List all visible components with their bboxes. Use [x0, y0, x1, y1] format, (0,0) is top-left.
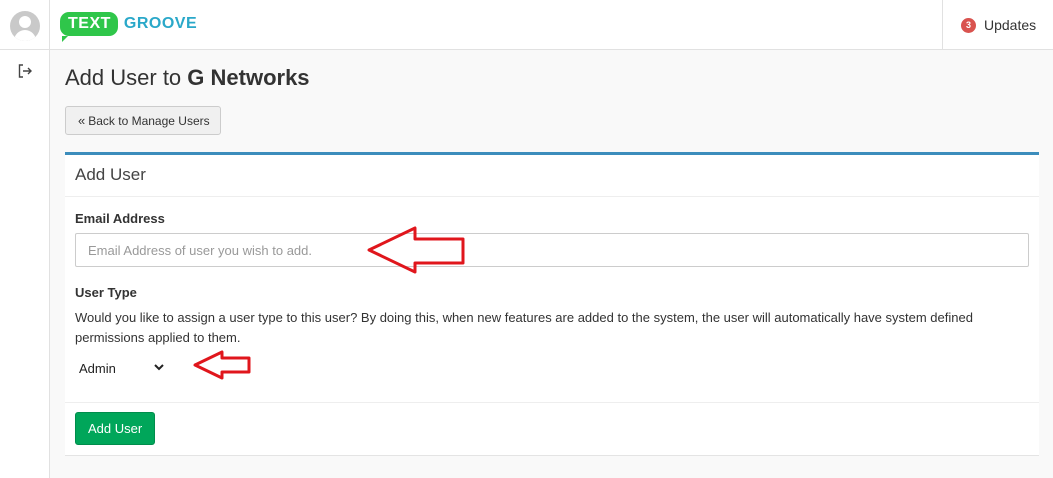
add-user-panel: Add User Email Address User Type Would y…	[65, 152, 1039, 456]
user-type-selected: Admin	[79, 360, 116, 376]
updates-label: Updates	[984, 17, 1037, 33]
panel-title: Add User	[65, 155, 1039, 197]
chevron-down-icon	[154, 364, 164, 371]
back-button-label: Back to Manage Users	[88, 113, 210, 128]
user-type-help-text: Would you like to assign a user type to …	[75, 310, 973, 345]
email-label: Email Address	[75, 211, 165, 226]
logo-text-part: TEXT	[60, 12, 118, 42]
page-title: Add User to G Networks	[65, 65, 310, 90]
user-type-select[interactable]: Admin	[75, 356, 169, 380]
chevron-double-left-icon: «	[78, 113, 86, 128]
avatar-slot	[0, 0, 50, 50]
logo-groove-part: GROOVE	[123, 15, 198, 32]
updates-count-badge: 3	[961, 17, 976, 33]
top-bar: TEXT GROOVE 3 Updates	[0, 0, 1053, 50]
panel-footer-divider	[65, 402, 1039, 403]
add-user-button[interactable]: Add User	[75, 412, 156, 445]
email-field[interactable]	[75, 233, 1029, 267]
logout-icon[interactable]	[17, 63, 33, 79]
back-to-manage-users-button[interactable]: « Back to Manage Users	[65, 106, 221, 135]
updates-button[interactable]: 3 Updates	[942, 0, 1053, 50]
organization-name: G Networks	[187, 65, 310, 90]
avatar[interactable]	[10, 11, 40, 41]
annotation-arrow-email	[367, 226, 465, 274]
textgroove-logo[interactable]: TEXT GROOVE	[60, 9, 198, 42]
sidebar	[0, 50, 50, 478]
annotation-arrow-user-type	[193, 350, 251, 380]
user-type-label: User Type	[75, 285, 137, 300]
